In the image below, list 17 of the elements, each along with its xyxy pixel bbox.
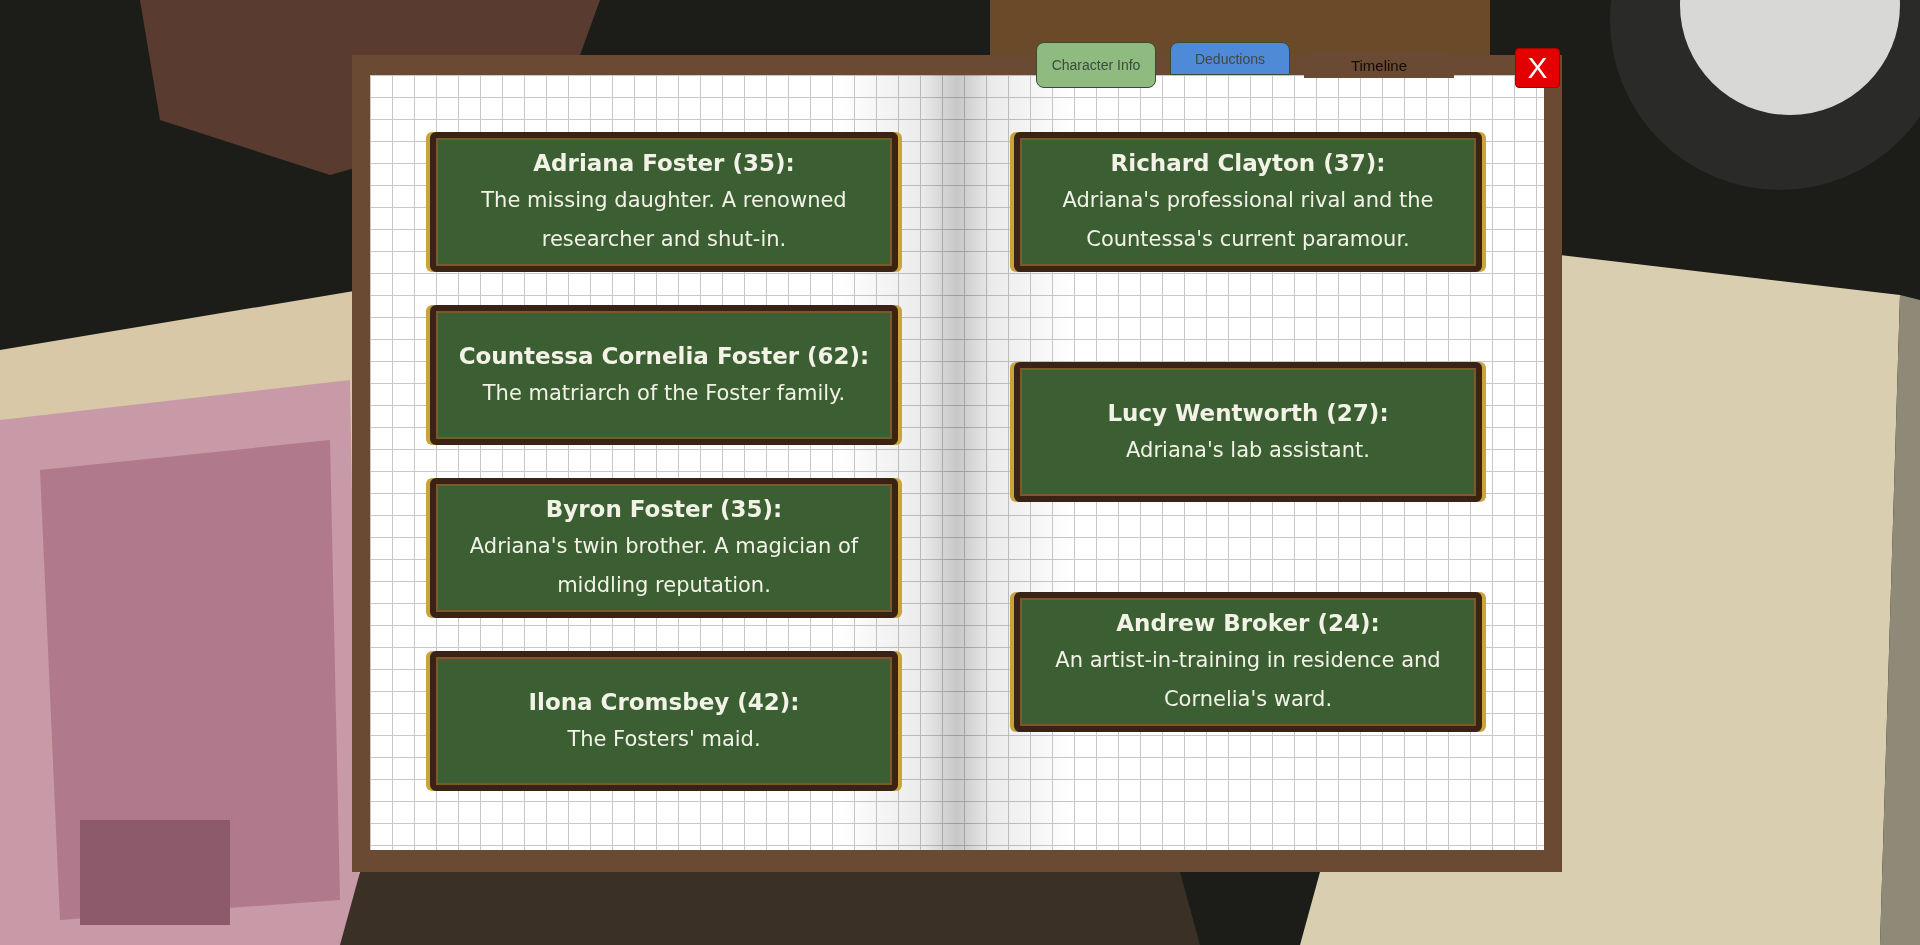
character-description: Adriana's twin brother. A magician of middling reputation. — [468, 533, 860, 599]
tab[interactable]: Character Info — [1036, 42, 1156, 88]
character-description: Adriana's lab assistant. — [1126, 436, 1370, 464]
character-name: Andrew Broker (24): — [1116, 609, 1380, 638]
character-name: Byron Foster (35): — [545, 495, 783, 524]
character-name: Adriana Foster (35): — [533, 149, 795, 178]
character-name: Ilona Cromsbey (42): — [528, 687, 800, 717]
character-description: The Fosters' maid. — [567, 725, 761, 753]
character-name: Lucy Wentworth (27): — [1107, 398, 1389, 428]
close-button[interactable]: X — [1515, 48, 1560, 88]
character-description: The matriarch of the Foster family. — [482, 379, 846, 407]
character-description: The missing daughter. A renowned researcher and shut-in. — [480, 187, 848, 253]
character-name: Countessa Cornelia Foster (62): — [458, 341, 870, 371]
character-description: An artist-in-training in residence and Cornelia's ward. — [1054, 647, 1442, 713]
character-name: Richard Clayton (37): — [1110, 149, 1386, 178]
tab[interactable]: Deductions — [1170, 42, 1290, 75]
character-description: Adriana's professional rival and the Countessa's current paramour. — [1061, 187, 1435, 253]
